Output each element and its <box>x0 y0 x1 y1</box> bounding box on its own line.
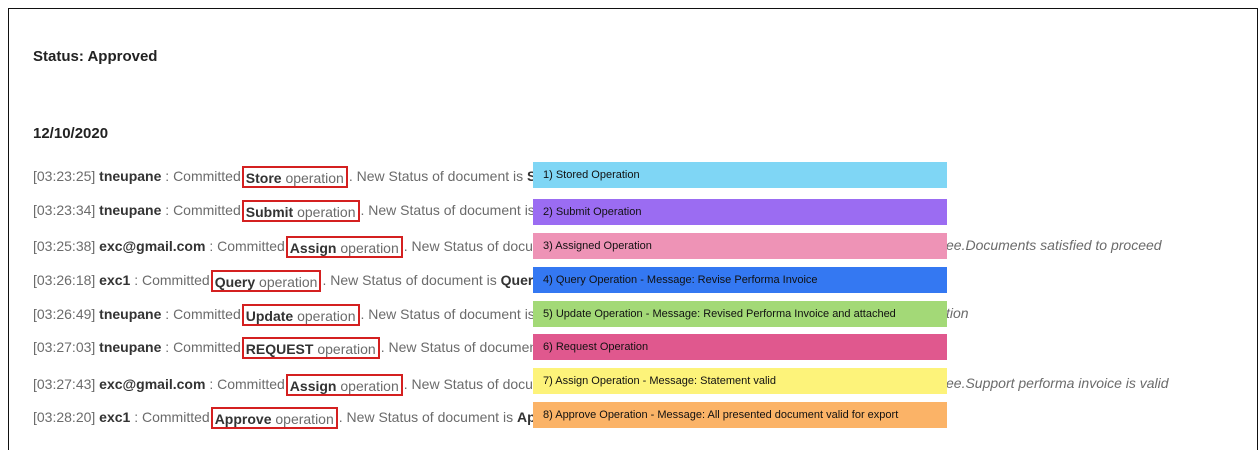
log-committed-text: : Committed <box>134 272 210 288</box>
operation-highlight: Assign operation <box>285 236 403 259</box>
log-committed-text: : Committed <box>165 339 241 355</box>
log-message-tail: tion <box>946 305 969 321</box>
log-user: exc1 <box>99 272 131 288</box>
operation-word: operation <box>297 204 356 221</box>
annotation-bar: 5) Update Operation - Message: Revised P… <box>533 301 947 327</box>
log-committed-text: : Committed <box>209 376 285 392</box>
operation-highlight: Approve operation <box>210 407 338 430</box>
log-timestamp: [03:28:20] <box>33 409 96 425</box>
log-message-tail: ee.Documents satisfied to proceed <box>946 237 1162 253</box>
log-user: tneupane <box>99 202 162 218</box>
log-timestamp: [03:23:34] <box>33 202 96 218</box>
operation-name: Assign <box>289 240 337 257</box>
log-entry: [03:23:34] tneupane : Committed Submit op… <box>33 197 533 223</box>
annotation-bar: 3) Assigned Operation <box>533 233 947 259</box>
operation-highlight: Query operation <box>210 270 322 293</box>
operation-word: operation <box>275 411 334 428</box>
log-new-status: Queried <box>500 272 533 288</box>
operation-word: operation <box>340 240 399 257</box>
log-user: exc@gmail.com <box>99 376 206 392</box>
operation-name: Approve <box>214 411 272 428</box>
log-entry: [03:25:38] exc@gmail.com : Committed Assi… <box>33 233 533 259</box>
log-user: tneupane <box>99 339 162 355</box>
operation-word: operation <box>340 378 399 395</box>
operation-word: operation <box>297 308 356 325</box>
operation-word: operation <box>285 170 344 187</box>
log-status-prefix: . New Status of document is <box>338 409 514 425</box>
log-timestamp: [03:27:03] <box>33 339 96 355</box>
log-status-prefix: . New Status of docume <box>403 238 533 254</box>
log-committed-text: : Committed <box>134 409 210 425</box>
log-timestamp: [03:23:25] <box>33 168 96 184</box>
operation-name: Update <box>245 308 294 325</box>
log-user: exc1 <box>99 409 131 425</box>
annotation-bar: 4) Query Operation - Message: Revise Per… <box>533 267 947 293</box>
annotation-bar: 2) Submit Operation <box>533 199 947 225</box>
operation-highlight: Update operation <box>241 304 360 327</box>
operation-name: REQUEST <box>245 341 314 358</box>
annotation-bar: 6) Request Operation <box>533 334 947 360</box>
log-committed-text: : Committed <box>165 306 241 322</box>
log-new-status: Appr <box>516 409 533 425</box>
annotation-bar: 1) Stored Operation <box>533 162 947 188</box>
operation-word: operation <box>317 341 376 358</box>
log-committed-text: : Committed <box>165 202 241 218</box>
log-status-prefix: . New Status of docume <box>403 376 533 392</box>
operation-highlight: Submit operation <box>241 200 360 223</box>
log-status-prefix: . New Status of document is <box>360 202 534 218</box>
annotation-bar: 7) Assign Operation - Message: Statement… <box>533 368 947 394</box>
log-timestamp: [03:26:49] <box>33 306 96 322</box>
log-status-prefix: . New Status of document is <box>360 306 534 322</box>
operation-highlight: REQUEST operation <box>241 337 380 360</box>
log-entry: [03:27:43] exc@gmail.com : Committed Assi… <box>33 371 533 397</box>
log-user: exc@gmail.com <box>99 238 206 254</box>
log-committed-text: : Committed <box>209 238 285 254</box>
log-entry: [03:26:18] exc1 : Committed Query operati… <box>33 267 533 293</box>
operation-highlight: Store operation <box>241 166 348 189</box>
log-message-tail: ee.Support performa invoice is valid <box>946 375 1169 391</box>
log-status-prefix: . New Status of document i <box>380 339 533 355</box>
operation-highlight: Assign operation <box>285 374 403 397</box>
log-entry: [03:23:25] tneupane : Committed Store ope… <box>33 163 533 189</box>
log-status-prefix: . New Status of document is <box>322 272 497 288</box>
operation-name: Submit <box>245 204 294 221</box>
operation-word: operation <box>259 274 318 291</box>
operation-name: Assign <box>289 378 337 395</box>
log-status-prefix: . New Status of document is <box>348 168 524 184</box>
log-entry: [03:26:49] tneupane : Committed Update op… <box>33 301 533 327</box>
log-timestamp: [03:26:18] <box>33 272 96 288</box>
operation-name: Store <box>245 170 282 187</box>
log-timestamp: [03:27:43] <box>33 376 96 392</box>
log-user: tneupane <box>99 306 162 322</box>
log-entry: [03:27:03] tneupane : Committed REQUEST o… <box>33 334 533 360</box>
log-entry: [03:28:20] exc1 : Committed Approve opera… <box>33 404 533 430</box>
log-committed-text: : Committed <box>165 168 241 184</box>
log-timestamp: [03:25:38] <box>33 238 96 254</box>
annotation-bar: 8) Approve Operation - Message: All pres… <box>533 402 947 428</box>
log-date: 12/10/2020 <box>33 125 109 142</box>
operation-name: Query <box>214 274 256 291</box>
document-status: Status: Approved <box>33 48 158 65</box>
log-user: tneupane <box>99 168 162 184</box>
